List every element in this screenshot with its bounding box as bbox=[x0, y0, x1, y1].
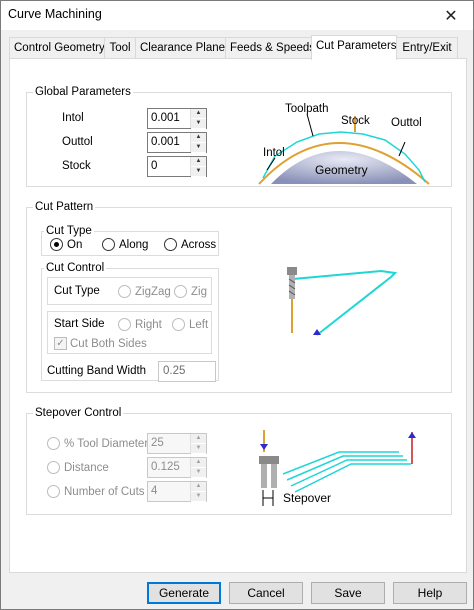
window-title: Curve Machining bbox=[8, 7, 102, 21]
tool-holder-left-icon bbox=[259, 456, 269, 464]
cut-parameters-panel: Global Parameters Intol 0.001 ▲ ▼ Outtol … bbox=[9, 58, 467, 573]
start-side-left-radio[interactable]: Left bbox=[172, 318, 208, 331]
tool-diameter-spinner[interactable]: 25 ▲ ▼ bbox=[147, 433, 207, 454]
stock-value[interactable]: 0 bbox=[148, 157, 190, 176]
stepover-control-group: Stepover Control % Tool Diameter 25 ▲ ▼ D… bbox=[26, 406, 452, 515]
distance-spinner[interactable]: 0.125 ▲ ▼ bbox=[147, 457, 207, 478]
number-of-cuts-radio[interactable]: Number of Cuts bbox=[47, 485, 145, 498]
number-of-cuts-spinner[interactable]: 4 ▲ ▼ bbox=[147, 481, 207, 502]
checkmark-icon: ✓ bbox=[54, 337, 67, 350]
tool-holder-right-icon bbox=[269, 456, 279, 464]
title-bar: Curve Machining ✕ bbox=[1, 1, 473, 30]
cut-pattern-group: Cut Pattern Cut Type On Along Across Cut… bbox=[26, 200, 452, 393]
help-button[interactable]: Help bbox=[393, 582, 467, 604]
generate-button[interactable]: Generate bbox=[147, 582, 221, 604]
tab-clearance-plane[interactable]: Clearance Plane bbox=[135, 37, 226, 59]
diagram-outtol-label: Outtol bbox=[391, 117, 422, 129]
distance-radio[interactable]: Distance bbox=[47, 461, 109, 474]
curve-machining-dialog: Curve Machining ✕ Control Geometry Tool … bbox=[0, 0, 474, 610]
cut-control-title: Cut Control bbox=[44, 261, 107, 275]
cut-control-type-label: Cut Type bbox=[54, 285, 100, 297]
stepover-diagram: Stepover bbox=[259, 430, 416, 506]
spin-up-icon[interactable]: ▲ bbox=[191, 458, 206, 468]
stock-spinner[interactable]: 0 ▲ ▼ bbox=[147, 156, 207, 177]
outtol-label: Outtol bbox=[62, 136, 93, 148]
tolerance-diagram: Toolpath Stock Intol Outtol Geometry bbox=[258, 103, 430, 185]
number-of-cuts-value[interactable]: 4 bbox=[148, 482, 190, 501]
cut-control-type-box: Cut Type ZigZag Zig bbox=[47, 277, 212, 305]
cut-type-group: Cut Type On Along Across bbox=[41, 224, 219, 256]
global-parameters-group: Global Parameters Intol 0.001 ▲ ▼ Outtol … bbox=[26, 85, 452, 187]
tool-diameter-value[interactable]: 25 bbox=[148, 434, 190, 453]
spin-up-icon[interactable]: ▲ bbox=[191, 133, 206, 143]
down-arrow-icon bbox=[260, 444, 268, 450]
spin-up-icon[interactable]: ▲ bbox=[191, 482, 206, 492]
outtol-value[interactable]: 0.001 bbox=[148, 133, 190, 152]
spin-down-icon[interactable]: ▼ bbox=[191, 492, 206, 502]
tab-feeds-speeds[interactable]: Feeds & Speeds bbox=[225, 37, 315, 59]
cut-pattern-title: Cut Pattern bbox=[33, 200, 96, 214]
diagram-stock-label: Stock bbox=[341, 115, 370, 127]
save-button[interactable]: Save bbox=[311, 582, 385, 604]
zigzag-radio[interactable]: ZigZag bbox=[118, 285, 171, 298]
spin-down-icon[interactable]: ▼ bbox=[191, 119, 206, 129]
close-icon[interactable]: ✕ bbox=[429, 1, 473, 30]
tab-control-geometry[interactable]: Control Geometry bbox=[9, 37, 105, 59]
spin-up-icon[interactable]: ▲ bbox=[191, 157, 206, 167]
stepover-control-title: Stepover Control bbox=[33, 406, 124, 420]
start-side-box: Start Side Right Left ✓ Cut Both Sides bbox=[47, 311, 212, 354]
spin-up-icon[interactable]: ▲ bbox=[191, 109, 206, 119]
tool-holder-icon bbox=[287, 267, 297, 275]
cut-control-group: Cut Control Cut Type ZigZag Zig Start Si… bbox=[41, 261, 219, 382]
cut-type-across-radio[interactable]: Across bbox=[164, 238, 216, 251]
cut-type-on-radio[interactable]: On bbox=[50, 238, 82, 251]
spin-down-icon[interactable]: ▼ bbox=[191, 167, 206, 177]
tool-diameter-radio[interactable]: % Tool Diameter bbox=[47, 437, 148, 450]
tab-strip: Control Geometry Tool Clearance Plane Fe… bbox=[9, 35, 467, 60]
cut-both-sides-checkbox[interactable]: ✓ Cut Both Sides bbox=[54, 337, 147, 350]
spin-down-icon[interactable]: ▼ bbox=[191, 444, 206, 454]
tool-body-right-icon bbox=[271, 464, 277, 488]
diagram-geometry-label: Geometry bbox=[315, 163, 368, 177]
cut-type-title: Cut Type bbox=[44, 224, 94, 238]
tab-entry-exit[interactable]: Entry/Exit bbox=[396, 37, 458, 59]
spin-down-icon[interactable]: ▼ bbox=[191, 143, 206, 153]
spin-up-icon[interactable]: ▲ bbox=[191, 434, 206, 444]
global-parameters-title: Global Parameters bbox=[33, 85, 133, 99]
start-side-label: Start Side bbox=[54, 318, 105, 330]
tool-body-left-icon bbox=[261, 464, 267, 488]
toolpath-pointer bbox=[306, 113, 314, 137]
up-arrow-icon bbox=[408, 432, 416, 438]
tab-tool[interactable]: Tool bbox=[104, 37, 136, 59]
spin-down-icon[interactable]: ▼ bbox=[191, 468, 206, 478]
cutting-band-width-input[interactable]: 0.25 bbox=[158, 361, 216, 382]
intol-label: Intol bbox=[62, 112, 84, 124]
cut-pattern-diagram bbox=[287, 267, 398, 336]
stepover-diagram-label: Stepover bbox=[283, 491, 331, 505]
start-side-right-radio[interactable]: Right bbox=[118, 318, 162, 331]
cut-pattern-toolpath bbox=[292, 269, 398, 336]
cut-type-along-radio[interactable]: Along bbox=[102, 238, 148, 251]
intol-spinner[interactable]: 0.001 ▲ ▼ bbox=[147, 108, 207, 129]
intol-pointer bbox=[266, 157, 276, 171]
stock-label: Stock bbox=[62, 160, 91, 172]
outtol-spinner[interactable]: 0.001 ▲ ▼ bbox=[147, 132, 207, 153]
zig-radio[interactable]: Zig bbox=[174, 285, 207, 298]
tab-cut-parameters[interactable]: Cut Parameters bbox=[311, 35, 397, 60]
cutting-band-width-label: Cutting Band Width bbox=[47, 365, 147, 377]
distance-value[interactable]: 0.125 bbox=[148, 458, 190, 477]
cancel-button[interactable]: Cancel bbox=[229, 582, 303, 604]
diagram-toolpath-label: Toolpath bbox=[285, 103, 328, 115]
intol-value[interactable]: 0.001 bbox=[148, 109, 190, 128]
diagram-intol-label: Intol bbox=[263, 147, 285, 159]
